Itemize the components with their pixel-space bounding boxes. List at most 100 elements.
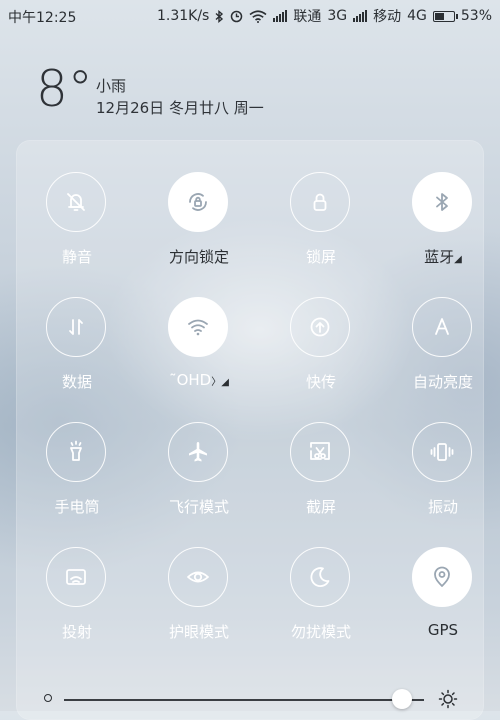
airplane-icon (189, 442, 207, 462)
auto-brightness-icon (435, 318, 449, 335)
tile-screenshot[interactable]: 截屏 (266, 422, 376, 532)
tile-label-text: 投射 (61, 623, 92, 641)
rotation-lock-icon (189, 193, 207, 211)
tile-rotation-lock[interactable]: 方向锁定 (144, 172, 254, 282)
brightness-slider[interactable] (40, 689, 460, 709)
brightness-low-icon (44, 694, 52, 702)
tile-vibrate[interactable]: 振动 (388, 422, 498, 532)
weather-condition: 小雨 (96, 77, 127, 95)
battery-icon (432, 10, 458, 22)
lock-icon (313, 193, 327, 211)
tile-label-text: GPS (427, 621, 459, 639)
tile-toggle-button[interactable] (46, 172, 106, 232)
brightness-thumb[interactable] (392, 689, 413, 709)
tile-toggle-button[interactable] (46, 422, 106, 482)
data-arrows-icon (69, 319, 83, 335)
tile-toggle-button[interactable] (168, 172, 228, 232)
screenshot-icon (310, 442, 330, 460)
tile-label-text: ˜OHD (169, 371, 212, 389)
signal-bars-icon (353, 10, 368, 22)
eye-icon (187, 571, 209, 583)
tile-label: GPS (388, 621, 498, 639)
tile-toggle-button[interactable] (168, 547, 228, 607)
tile-bell-off[interactable]: 静音 (22, 172, 132, 282)
tile-label-text: 快传 (305, 373, 336, 391)
tile-toggle-button[interactable] (290, 547, 350, 607)
tile-toggle-button[interactable] (412, 422, 472, 482)
tile-label-text: 静音 (61, 248, 92, 266)
tile-quick-transfer[interactable]: 快传 (266, 297, 376, 407)
brightness-track[interactable] (64, 699, 424, 701)
tile-label: 飞行模式 (144, 496, 254, 517)
tile-lock[interactable]: 锁屏 (266, 172, 376, 282)
tile-cast[interactable]: 投射 (22, 547, 132, 657)
signal-bars-icon (273, 10, 288, 22)
network-type-2: 4G (407, 8, 427, 24)
tile-label: 锁屏 (266, 246, 376, 267)
network-type-1: 3G (327, 8, 348, 24)
tile-label-text: 蓝牙 (424, 248, 455, 266)
brightness-high-icon (438, 689, 458, 709)
tile-toggle-button[interactable] (46, 297, 106, 357)
tile-label-text: 护眼模式 (168, 623, 229, 641)
expand-corner-icon[interactable]: 〉◢ (211, 377, 229, 388)
tile-toggle-button[interactable] (290, 172, 350, 232)
tile-label-text: 手电筒 (54, 498, 100, 516)
cast-icon (66, 569, 86, 585)
tile-label: 手电筒 (22, 496, 132, 517)
vibrate-icon (430, 443, 454, 461)
tile-label: 方向锁定 (144, 246, 254, 267)
tile-moon[interactable]: 勿扰模式 (266, 547, 376, 657)
tile-toggle-button[interactable] (168, 297, 228, 357)
tile-label: 快传 (266, 371, 376, 392)
bluetooth-icon (436, 193, 448, 211)
quick-transfer-icon (310, 317, 330, 337)
bell-off-icon (67, 193, 85, 211)
weather-date: 12月26日 冬月廿八 周一 (96, 99, 264, 117)
tile-label: 振动 (388, 496, 498, 517)
tile-label-text: 自动亮度 (412, 373, 473, 391)
wifi-status-icon (249, 9, 267, 23)
battery-percent: 53% (460, 8, 492, 24)
tile-label: 护眼模式 (144, 621, 254, 642)
tile-toggle-button[interactable] (46, 547, 106, 607)
tile-label-text: 数据 (61, 373, 92, 391)
tile-auto-brightness[interactable]: 自动亮度 (388, 297, 498, 407)
tile-wifi[interactable]: ˜OHD〉◢ (144, 297, 254, 407)
tile-label: 静音 (22, 246, 132, 267)
temperature: 8° (36, 60, 93, 118)
tile-label: ˜OHD〉◢ (144, 371, 254, 389)
moon-icon (310, 567, 330, 587)
expand-corner-icon[interactable]: ◢ (454, 254, 462, 265)
network-speed: 1.31K/s (156, 8, 210, 24)
tile-flashlight[interactable]: 手电筒 (22, 422, 132, 532)
tile-toggle-button[interactable] (290, 297, 350, 357)
tile-toggle-button[interactable] (168, 422, 228, 482)
tile-label: 自动亮度 (388, 371, 498, 392)
tile-label: 数据 (22, 371, 132, 392)
status-time: 中午12:25 (8, 10, 77, 26)
tile-data-arrows[interactable]: 数据 (22, 297, 132, 407)
carrier-1: 联通 (293, 9, 322, 25)
tile-label-text: 飞行模式 (168, 498, 229, 516)
tile-gps[interactable]: GPS (388, 547, 498, 657)
tile-label-text: 勿扰模式 (290, 623, 351, 641)
carrier-2: 移动 (373, 9, 402, 25)
tile-bluetooth[interactable]: 蓝牙◢ (388, 172, 498, 282)
tile-label-text: 振动 (427, 498, 458, 516)
tile-label: 蓝牙◢ (388, 246, 498, 267)
tile-eye[interactable]: 护眼模式 (144, 547, 254, 657)
tile-airplane[interactable]: 飞行模式 (144, 422, 254, 532)
gps-icon (434, 566, 450, 587)
tile-label-text: 锁屏 (305, 248, 336, 266)
bluetooth-status-icon (215, 9, 224, 23)
tile-toggle-button[interactable] (412, 297, 472, 357)
tile-toggle-button[interactable] (412, 547, 472, 607)
wifi-icon (188, 319, 208, 336)
tile-label: 截屏 (266, 496, 376, 517)
tile-toggle-button[interactable] (290, 422, 350, 482)
tile-label-text: 方向锁定 (168, 248, 229, 266)
alarm-clock-icon (231, 10, 243, 22)
tile-toggle-button[interactable] (412, 172, 472, 232)
tile-label: 投射 (22, 621, 132, 642)
